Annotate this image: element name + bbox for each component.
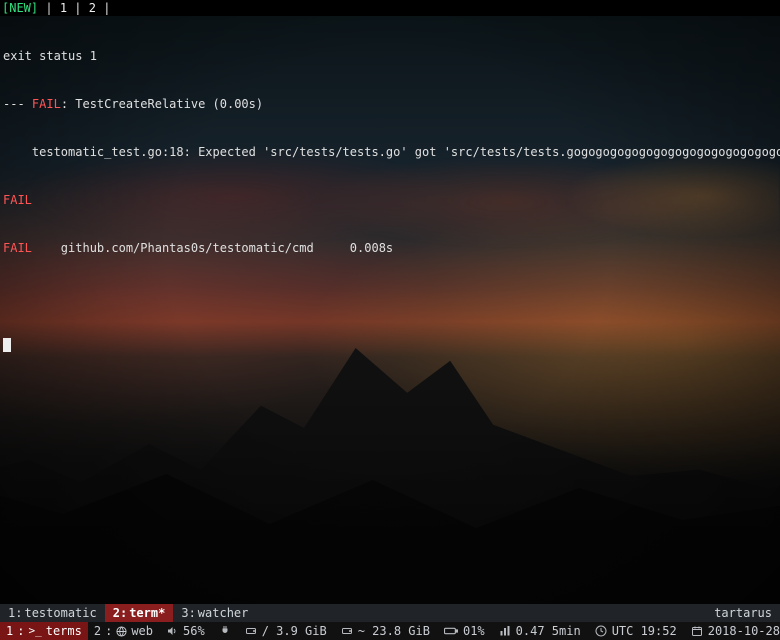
output-line: FAIL github.com/Phantas0s/testomatic/cmd… (3, 240, 777, 256)
volume-segment[interactable]: 56% (159, 622, 212, 640)
i3-status-bar: 1:>_terms 2:web 56% / 3.9 GiB ~ 23.8 GiB… (0, 622, 780, 640)
tmux-status-bar: 1:testomatic 2:term* 3:watcher tartarus (0, 604, 780, 622)
globe-icon (116, 626, 127, 637)
battery-segment: 01% (437, 622, 492, 640)
cursor-line (3, 336, 777, 352)
output-line: --- FAIL: TestCreateRelative (0.00s) (3, 96, 777, 112)
tmux-window[interactable]: 3:watcher (173, 604, 256, 622)
disk-home-segment: ~ 23.8 GiB (334, 622, 437, 640)
battery-icon (444, 625, 458, 637)
terminal-cursor (3, 338, 11, 352)
output-line: exit status 1 (3, 48, 777, 64)
tmux-window[interactable]: 2:term* (105, 604, 174, 622)
output-line: testomatic_test.go:18: Expected 'src/tes… (3, 144, 777, 160)
load-segment: 0.47 5min (492, 622, 588, 640)
disk-icon (341, 625, 353, 637)
workspace-button[interactable]: 1:>_terms (0, 622, 88, 640)
calendar-icon (691, 625, 703, 637)
pane-status-new-badge: [NEW] (2, 1, 38, 15)
datetime-text: 2018-10-28 20:52:31 (708, 622, 780, 640)
speaker-icon (166, 625, 178, 637)
chart-icon (499, 625, 511, 637)
volume-text: 56% (183, 622, 205, 640)
pane-index: 1 (60, 1, 67, 15)
tmux-hostname: tartarus (706, 604, 780, 622)
disk-icon (245, 625, 257, 637)
output-line: FAIL (3, 192, 777, 208)
utc-text: UTC 19:52 (612, 622, 677, 640)
load-text: 0.47 5min (516, 622, 581, 640)
output-line (3, 288, 777, 304)
workspace-label: terms (46, 622, 82, 640)
terminal-output: exit status 1 --- FAIL: TestCreateRelati… (0, 16, 780, 384)
prompt-icon: >_ (28, 622, 41, 640)
disk-root-text: / 3.9 GiB (262, 622, 327, 640)
tmux-pane-status: [NEW] | 1 | 2 | (0, 0, 780, 16)
workspace-button[interactable]: 2:web (88, 622, 159, 640)
pane-index: 2 (89, 1, 96, 15)
workspace-index: 2 (94, 622, 101, 640)
plug-icon (219, 625, 231, 637)
datetime-segment: 2018-10-28 20:52:31 (684, 622, 780, 640)
workspace-label: web (131, 622, 153, 640)
terminal-pane[interactable]: [NEW] | 1 | 2 | exit status 1 --- FAIL: … (0, 0, 780, 604)
battery-text: 01% (463, 622, 485, 640)
utc-segment: UTC 19:52 (588, 622, 684, 640)
clock-icon (595, 625, 607, 637)
disk-root-segment: / 3.9 GiB (238, 622, 334, 640)
disk-home-text: ~ 23.8 GiB (358, 622, 430, 640)
workspace-index: 1 (6, 622, 13, 640)
power-segment (212, 622, 238, 640)
tmux-window[interactable]: 1:testomatic (0, 604, 105, 622)
